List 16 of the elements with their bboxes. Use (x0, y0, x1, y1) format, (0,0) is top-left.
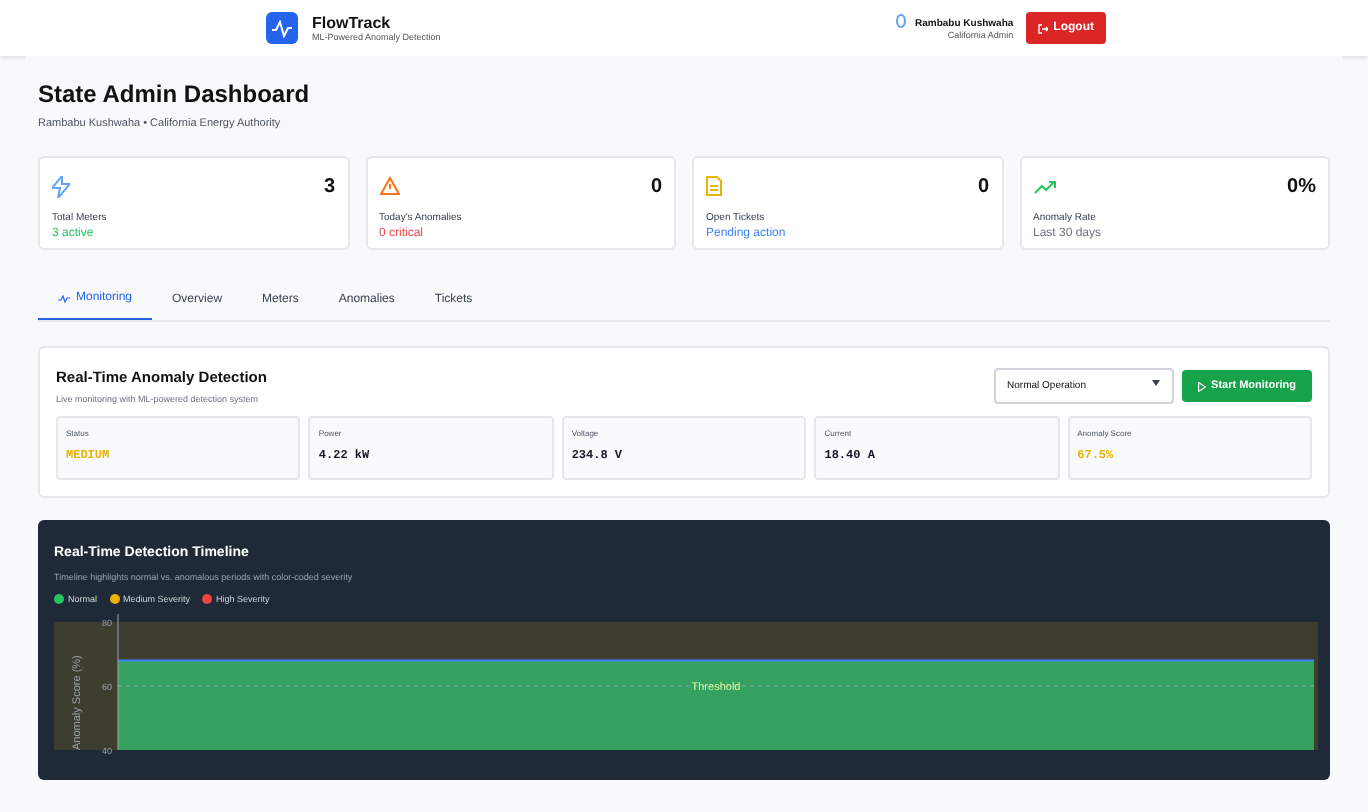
stat-value: 0 (977, 175, 989, 197)
pulse-icon (272, 19, 292, 37)
page-title: State Admin Dashboard (38, 80, 312, 108)
lightning-icon (52, 175, 70, 197)
document-icon (706, 176, 722, 196)
stat-value: 0 (650, 175, 662, 197)
stat-value: 0% (1287, 175, 1316, 197)
pulse-icon (58, 293, 70, 303)
app-name: FlowTrack (312, 14, 393, 32)
warning-icon (379, 176, 399, 196)
play-icon (1197, 381, 1206, 391)
user-icon (896, 14, 907, 28)
trend-up-icon (1033, 179, 1055, 193)
chevron-down-icon (1151, 380, 1160, 386)
logout-icon (1037, 23, 1048, 33)
stat-value: 3 (323, 175, 335, 197)
